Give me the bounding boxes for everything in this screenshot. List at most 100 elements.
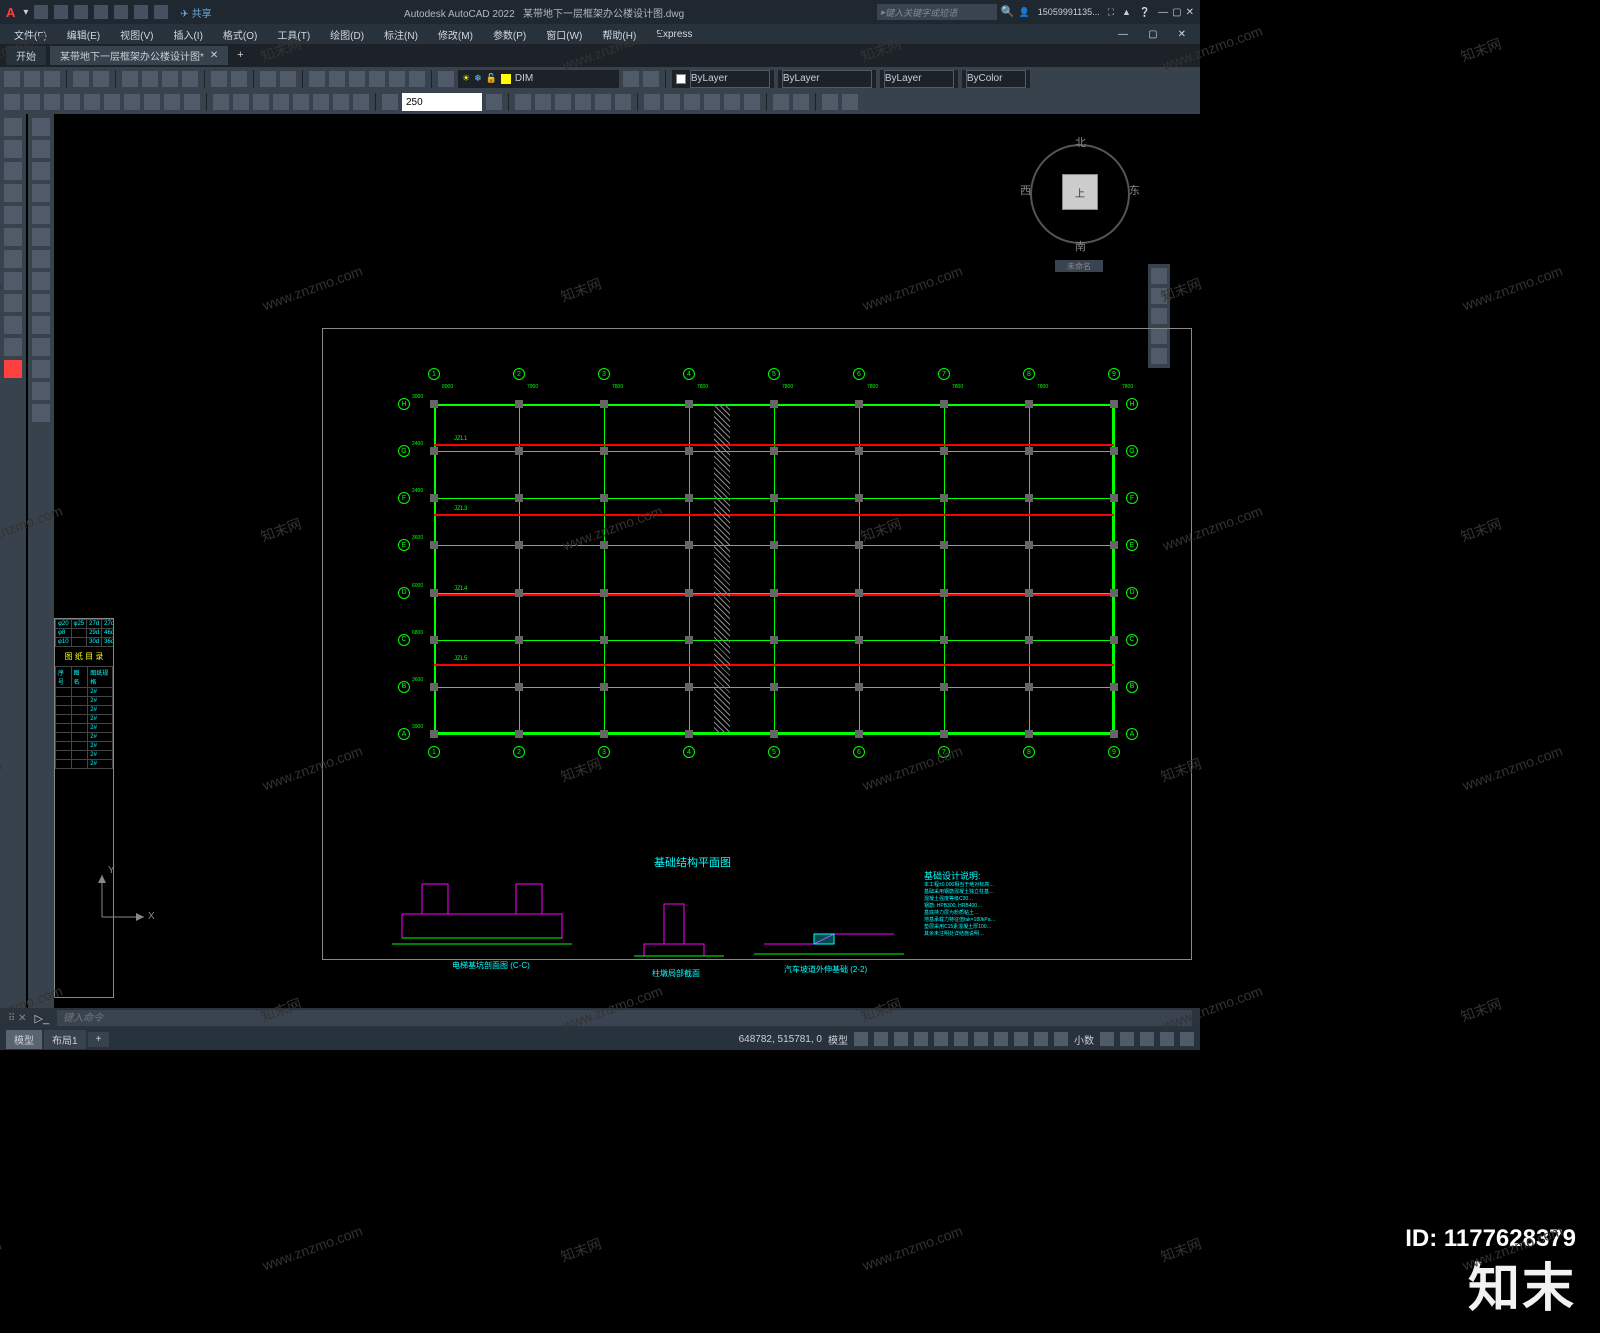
- tab-current-doc[interactable]: 某带地下一层框架办公楼设计图*✕: [50, 46, 228, 65]
- image-button[interactable]: [595, 94, 611, 110]
- redo-icon[interactable]: [154, 5, 168, 19]
- open-button[interactable]: [24, 71, 40, 87]
- zoomext-icon[interactable]: [1151, 308, 1167, 324]
- clean-icon[interactable]: [1160, 1032, 1174, 1046]
- tab-layout1[interactable]: 布局1: [44, 1030, 86, 1049]
- workspace-icon[interactable]: [1100, 1032, 1114, 1046]
- point-button[interactable]: [842, 94, 858, 110]
- help-icon[interactable]: ❔: [1139, 7, 1150, 18]
- restore-icon[interactable]: ▢: [1172, 7, 1181, 18]
- units-label[interactable]: 小数: [1074, 1032, 1094, 1047]
- layer-button[interactable]: [438, 71, 454, 87]
- prop-linetype-dropdown[interactable]: [778, 70, 876, 88]
- viewcube-north[interactable]: 北: [1075, 134, 1086, 150]
- line-icon[interactable]: [4, 118, 22, 136]
- mtext-button[interactable]: [793, 94, 809, 110]
- layer-dropdown[interactable]: ☀ ❄ 🔓: [458, 70, 619, 88]
- dim-continue-button[interactable]: [184, 94, 200, 110]
- stretch-icon[interactable]: [32, 228, 50, 246]
- fillet-icon[interactable]: [32, 294, 50, 312]
- custom-icon[interactable]: [1180, 1032, 1194, 1046]
- plot-icon[interactable]: [114, 5, 128, 19]
- trim-icon[interactable]: [32, 250, 50, 268]
- move-icon[interactable]: [32, 118, 50, 136]
- menu-dimension[interactable]: 标注(N): [378, 27, 424, 42]
- offset-icon[interactable]: [32, 360, 50, 378]
- field-button[interactable]: [615, 94, 631, 110]
- table-button[interactable]: [822, 94, 838, 110]
- search-icon[interactable]: 🔍: [1001, 5, 1015, 19]
- qcalc-button[interactable]: [409, 71, 425, 87]
- dim-radius-button[interactable]: [84, 94, 100, 110]
- chamfer-icon[interactable]: [32, 316, 50, 334]
- dim-baseline-button[interactable]: [164, 94, 180, 110]
- user-icon[interactable]: 👤: [1019, 7, 1030, 18]
- undo-icon[interactable]: [134, 5, 148, 19]
- copy2-icon[interactable]: [32, 140, 50, 158]
- save-icon[interactable]: [74, 5, 88, 19]
- viewcube-west[interactable]: 西: [1020, 182, 1031, 198]
- pline-icon[interactable]: [4, 140, 22, 158]
- linetype-input[interactable]: [782, 70, 872, 88]
- appstore-icon[interactable]: ⛶: [1108, 7, 1114, 18]
- dim-edit-button[interactable]: [333, 94, 349, 110]
- autodesk-icon[interactable]: ▲: [1122, 7, 1131, 17]
- array-icon[interactable]: [32, 338, 50, 356]
- table2-icon[interactable]: [4, 338, 22, 356]
- prop-plotstyle-dropdown[interactable]: [962, 70, 1030, 88]
- wheel-icon[interactable]: [1151, 268, 1167, 284]
- viewcube-east[interactable]: 东: [1129, 182, 1140, 198]
- close-icon[interactable]: ✕: [1186, 7, 1194, 18]
- gradient-button[interactable]: [664, 94, 680, 110]
- layerprev-button[interactable]: [643, 71, 659, 87]
- tab-add[interactable]: +: [88, 1032, 110, 1047]
- qp-toggle-icon[interactable]: [1014, 1032, 1028, 1046]
- viewcube[interactable]: 北 南 西 东 上 未命名: [1020, 134, 1140, 254]
- ucs-icon[interactable]: Y X: [94, 865, 154, 928]
- viewcube-top[interactable]: 上: [1062, 174, 1098, 210]
- mirror-icon[interactable]: [32, 184, 50, 202]
- menu-window[interactable]: 窗口(W): [540, 27, 588, 42]
- viewcube-wcs[interactable]: 未命名: [1055, 260, 1103, 272]
- revcloud-button[interactable]: [744, 94, 760, 110]
- scale-icon[interactable]: [32, 206, 50, 224]
- color-input[interactable]: [690, 70, 770, 88]
- lineweight-input[interactable]: [884, 70, 954, 88]
- tab-close-icon[interactable]: ✕: [210, 50, 218, 61]
- cut-button[interactable]: [122, 71, 138, 87]
- hatch-button[interactable]: [644, 94, 660, 110]
- dim-break-button[interactable]: [233, 94, 249, 110]
- plot-button[interactable]: [73, 71, 89, 87]
- menu-draw[interactable]: 绘图(D): [324, 27, 370, 42]
- menu-parametric[interactable]: 参数(P): [487, 27, 532, 42]
- menu-insert[interactable]: 插入(I): [167, 27, 208, 42]
- centermark-button[interactable]: [273, 94, 289, 110]
- tolerance-button[interactable]: [253, 94, 269, 110]
- drawing-canvas[interactable]: 北 南 西 东 上 未命名 φ20φ2527d27d φ829d46d: [54, 114, 1200, 1008]
- polygon-icon[interactable]: [4, 272, 22, 290]
- menu-modify[interactable]: 修改(M): [432, 27, 479, 42]
- share-button[interactable]: ✈ 共享: [180, 5, 211, 20]
- snap-toggle-icon[interactable]: [874, 1032, 888, 1046]
- doc-minimize-icon[interactable]: —: [1112, 29, 1134, 40]
- dimstyle-input[interactable]: [402, 93, 482, 111]
- menu-edit[interactable]: 编辑(E): [61, 27, 106, 42]
- matchprop-button[interactable]: [182, 71, 198, 87]
- isoview-icon[interactable]: [1140, 1032, 1154, 1046]
- ssm-button[interactable]: [369, 71, 385, 87]
- prop-color-dropdown[interactable]: [672, 70, 774, 88]
- new-tab-button[interactable]: +: [232, 47, 248, 63]
- plotstyle-input[interactable]: [966, 70, 1026, 88]
- doc-close-icon[interactable]: ✕: [1172, 29, 1192, 40]
- extend-icon[interactable]: [32, 272, 50, 290]
- dim-tedit-button[interactable]: [353, 94, 369, 110]
- save-button[interactable]: [44, 71, 60, 87]
- text-button[interactable]: [773, 94, 789, 110]
- layermatch-button[interactable]: [623, 71, 639, 87]
- dim-angular-button[interactable]: [124, 94, 140, 110]
- properties-button[interactable]: [309, 71, 325, 87]
- spline-icon[interactable]: [4, 250, 22, 268]
- minimize-icon[interactable]: —: [1158, 7, 1168, 18]
- dim-arc-button[interactable]: [44, 94, 60, 110]
- trans-toggle-icon[interactable]: [994, 1032, 1008, 1046]
